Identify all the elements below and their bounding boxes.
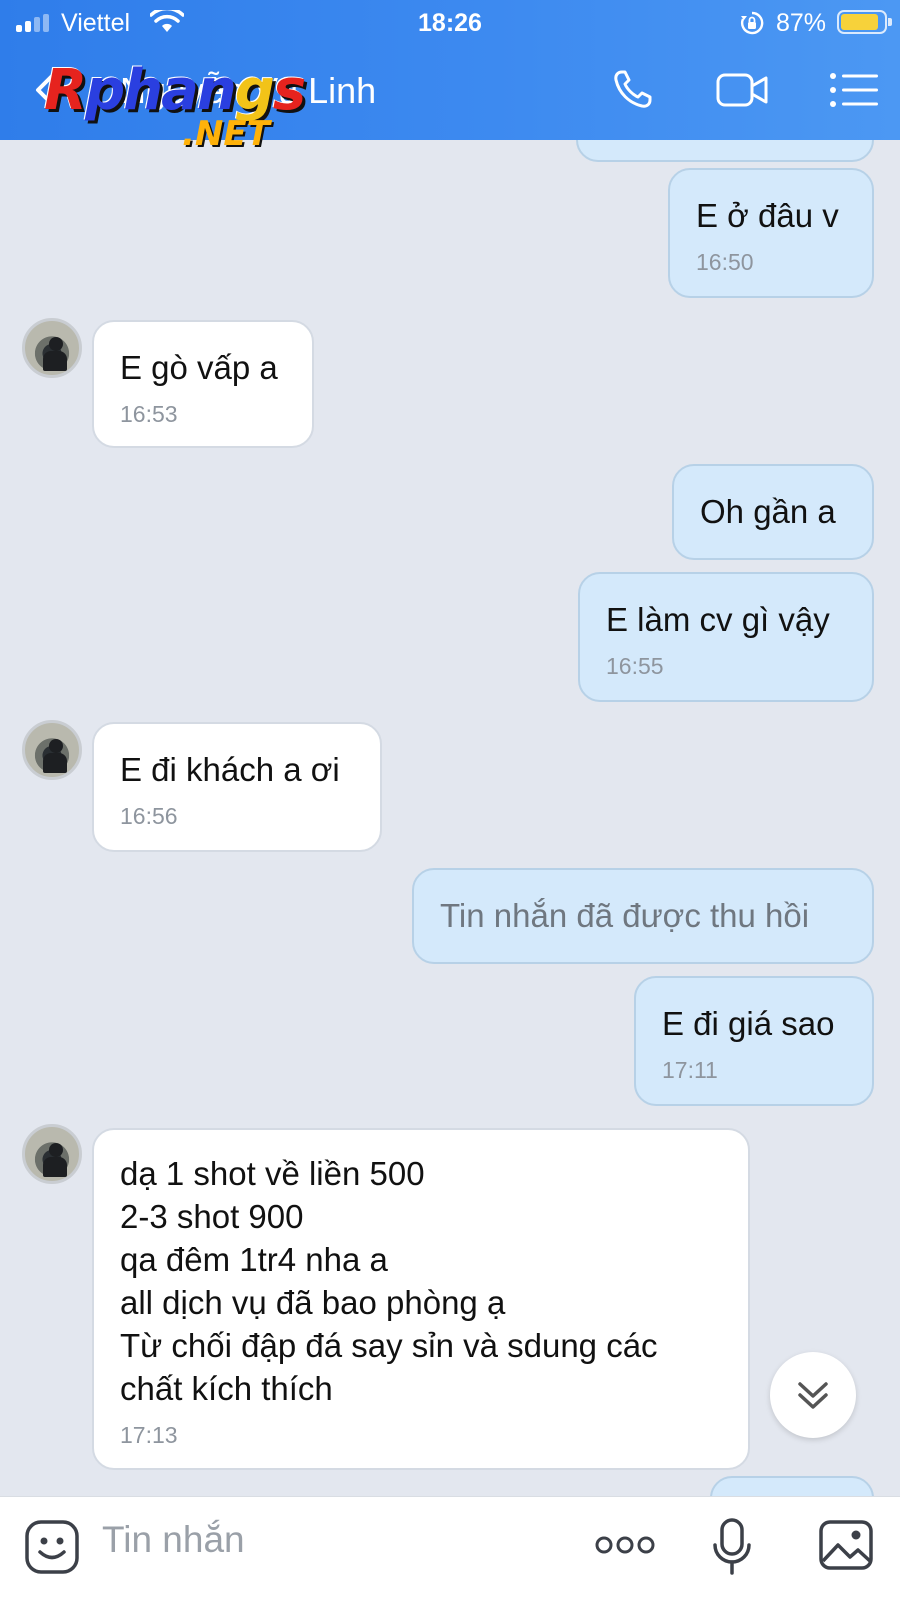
- message-text: E gò vấp a: [120, 349, 278, 386]
- message-bubble-incoming[interactable]: dạ 1 shot về liền 500 2-3 shot 900 qa đê…: [92, 1128, 750, 1470]
- double-chevron-down-icon: [798, 1382, 828, 1409]
- message-list[interactable]: E ở đâu v 16:50 E gò vấp a 16:53 Oh gần …: [0, 140, 900, 1496]
- message-bubble-outgoing[interactable]: E làm cv gì vậy 16:55: [578, 572, 874, 702]
- phone-icon[interactable]: [608, 66, 662, 114]
- message-bubble-outgoing[interactable]: E ở đâu v 16:50: [668, 168, 874, 298]
- message-text: E ở đâu v: [696, 197, 839, 234]
- message-bubble-recalled[interactable]: Tin nhắn đã được thu hồi: [412, 868, 874, 964]
- video-call-icon[interactable]: [716, 66, 770, 114]
- battery-icon: [837, 10, 892, 34]
- message-time: 16:56: [120, 803, 178, 829]
- message-input-bar: Tin nhắn: [0, 1496, 900, 1600]
- message-text: E đi khách a ơi: [120, 751, 340, 788]
- message-time: 16:53: [120, 401, 178, 427]
- rotation-lock-icon: [741, 11, 764, 35]
- message-bubble-incoming[interactable]: E gò vấp a 16:53: [92, 320, 314, 448]
- message-text: Tin nhắn đã được thu hồi: [440, 897, 810, 934]
- top-bar: Viettel 18:26 87% Nguyễn Vũ Linh Rphangs…: [0, 0, 900, 154]
- emoji-icon[interactable]: [24, 1519, 80, 1575]
- contact-avatar[interactable]: [22, 720, 82, 780]
- message-time: 16:55: [606, 653, 664, 679]
- contact-name[interactable]: Nguyễn Vũ Linh: [120, 70, 376, 112]
- message-bubble-outgoing[interactable]: Oh gần a: [672, 464, 874, 560]
- message-text: E làm cv gì vậy: [606, 601, 830, 638]
- message-text: E đi giá sao: [662, 1005, 835, 1042]
- status-time: 18:26: [418, 9, 482, 37]
- message-input[interactable]: Tin nhắn: [102, 1519, 245, 1561]
- contact-avatar[interactable]: [22, 318, 82, 378]
- photo-icon[interactable]: [818, 1517, 874, 1573]
- message-time: 16:50: [696, 249, 754, 275]
- message-bubble-partial[interactable]: [576, 140, 874, 162]
- status-bar: Viettel 18:26 87%: [0, 0, 900, 46]
- message-time: 17:13: [120, 1422, 178, 1448]
- message-bubble-incoming[interactable]: E đi khách a ơi 16:56: [92, 722, 382, 852]
- message-time: 17:11: [662, 1057, 718, 1083]
- battery-percent: 87%: [776, 9, 827, 37]
- battery-fill: [841, 14, 878, 30]
- back-icon[interactable]: [30, 70, 60, 110]
- scroll-to-bottom-button[interactable]: [770, 1352, 856, 1438]
- message-bubble-partial[interactable]: [710, 1476, 874, 1496]
- microphone-icon[interactable]: [710, 1517, 754, 1577]
- message-text: dạ 1 shot về liền 500 2-3 shot 900 qa đê…: [120, 1155, 658, 1407]
- message-text: Oh gần a: [700, 493, 836, 530]
- menu-list-icon[interactable]: [828, 66, 882, 114]
- message-bubble-outgoing[interactable]: E đi giá sao 17:11: [634, 976, 874, 1106]
- contact-avatar[interactable]: [22, 1124, 82, 1184]
- more-icon[interactable]: [594, 1527, 656, 1563]
